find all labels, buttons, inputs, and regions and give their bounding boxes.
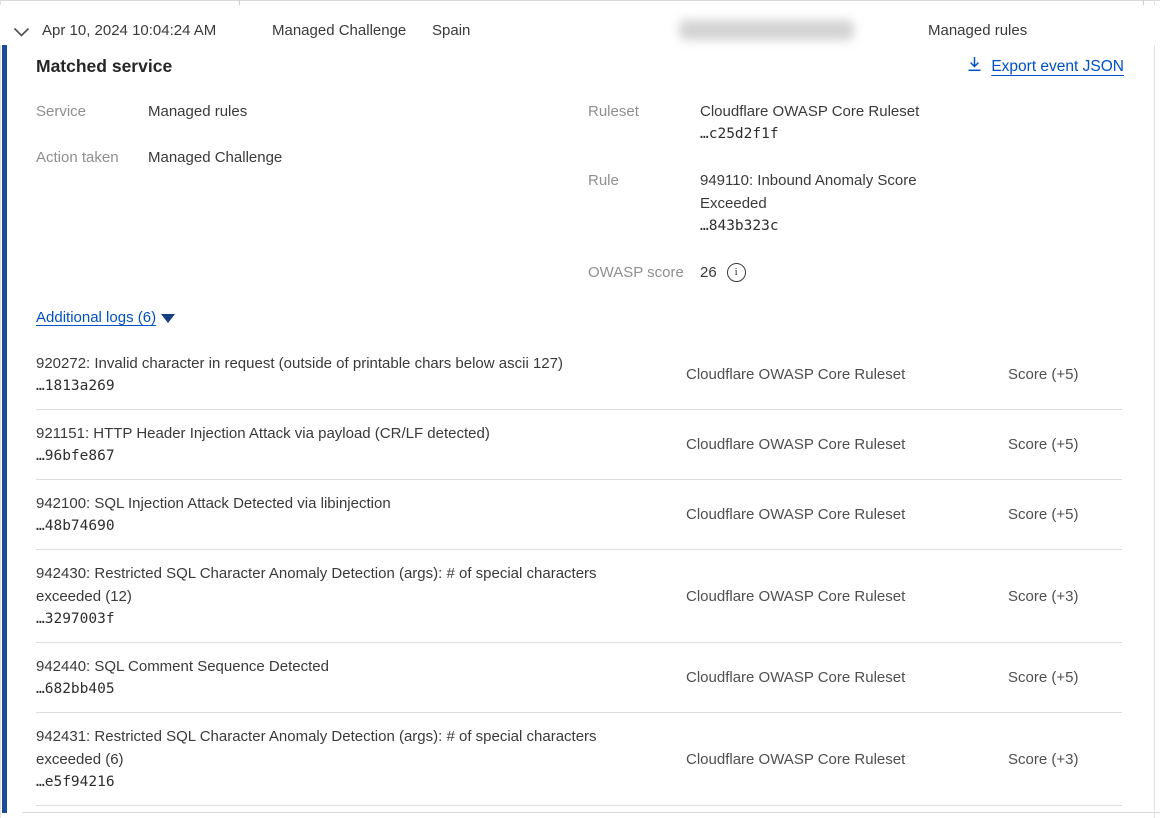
log-ruleset-name: Cloudflare OWASP Core Ruleset xyxy=(686,669,1008,686)
log-ruleset-name: Cloudflare OWASP Core Ruleset xyxy=(686,588,1008,605)
additional-logs-label: Additional logs (6) xyxy=(36,309,156,326)
field-value: Managed rules xyxy=(148,100,247,123)
field-label: Service xyxy=(36,100,148,123)
redacted-hostname xyxy=(679,20,854,40)
event-summary-row[interactable]: Apr 10, 2024 10:04:24 AM Managed Challen… xyxy=(0,5,1160,45)
ruleset-id-hash: …c25d2f1f xyxy=(700,123,942,146)
log-row: 942431: Restricted SQL Character Anomaly… xyxy=(36,713,1122,806)
field-value: Managed Challenge xyxy=(148,146,282,169)
table-left-border xyxy=(0,0,1,818)
log-rule-hash: …e5f94216 xyxy=(36,771,642,793)
log-score: Score (+3) xyxy=(1008,751,1122,768)
chevron-down-icon[interactable] xyxy=(13,25,30,43)
log-ruleset-name: Cloudflare OWASP Core Ruleset xyxy=(686,366,1008,383)
security-event-detail-panel: Apr 10, 2024 10:04:24 AM Managed Challen… xyxy=(0,0,1160,818)
rule-id-hash: …843b323c xyxy=(700,215,942,238)
log-rule-hash: …682bb405 xyxy=(36,678,642,700)
log-rule-cell: 942431: Restricted SQL Character Anomaly… xyxy=(36,725,686,793)
row-top-border xyxy=(0,0,1160,1)
owasp-score-value: 26 xyxy=(700,261,717,284)
matched-service-fields-right: Ruleset Cloudflare OWASP Core Ruleset …c… xyxy=(588,100,988,307)
event-action: Managed Challenge xyxy=(272,22,406,39)
event-service: Managed rules xyxy=(928,22,1027,39)
panel-title: Matched service xyxy=(36,56,172,77)
ruleset-name: Cloudflare OWASP Core Ruleset xyxy=(700,100,942,123)
caret-down-icon xyxy=(161,314,175,323)
log-row: 942440: SQL Comment Sequence Detected …6… xyxy=(36,643,1122,713)
log-rule-description: 921151: HTTP Header Injection Attack via… xyxy=(36,422,642,445)
log-ruleset-name: Cloudflare OWASP Core Ruleset xyxy=(686,751,1008,768)
log-row: 942100: SQL Injection Attack Detected vi… xyxy=(36,480,1122,550)
expanded-row-accent-bar xyxy=(2,45,7,813)
field-ruleset: Ruleset Cloudflare OWASP Core Ruleset …c… xyxy=(588,100,988,146)
rule-name: 949110: Inbound Anomaly Score Exceeded xyxy=(700,169,942,215)
log-ruleset-name: Cloudflare OWASP Core Ruleset xyxy=(686,436,1008,453)
log-rule-description: 942431: Restricted SQL Character Anomaly… xyxy=(36,725,642,771)
log-row: 942430: Restricted SQL Character Anomaly… xyxy=(36,550,1122,643)
additional-logs-table: 920272: Invalid character in request (ou… xyxy=(36,340,1122,806)
additional-logs-toggle[interactable]: Additional logs (6) xyxy=(36,309,175,326)
log-score: Score (+5) xyxy=(1008,669,1122,686)
log-score: Score (+5) xyxy=(1008,506,1122,523)
export-event-json-button[interactable]: Export event JSON xyxy=(967,56,1124,77)
log-rule-description: 920272: Invalid character in request (ou… xyxy=(36,352,642,375)
log-score: Score (+5) xyxy=(1008,366,1122,383)
log-rule-description: 942440: SQL Comment Sequence Detected xyxy=(36,655,642,678)
table-right-border xyxy=(1154,0,1155,818)
field-service: Service Managed rules xyxy=(36,100,456,123)
event-country: Spain xyxy=(432,22,470,39)
log-row: 920272: Invalid character in request (ou… xyxy=(36,340,1122,410)
log-rule-cell: 942430: Restricted SQL Character Anomaly… xyxy=(36,562,686,630)
log-rule-hash: …48b74690 xyxy=(36,515,642,537)
log-score: Score (+5) xyxy=(1008,436,1122,453)
field-label: Ruleset xyxy=(588,100,700,146)
log-rule-hash: …1813a269 xyxy=(36,375,642,397)
log-score: Score (+3) xyxy=(1008,588,1122,605)
matched-service-fields-left: Service Managed rules Action taken Manag… xyxy=(36,100,456,192)
field-label: OWASP score xyxy=(588,261,700,284)
panel-bottom-border xyxy=(22,812,1160,813)
info-icon[interactable]: i xyxy=(727,263,746,282)
panel-header: Matched service Export event JSON xyxy=(36,56,1124,77)
export-event-json-label: Export event JSON xyxy=(991,58,1124,76)
log-rule-description: 942430: Restricted SQL Character Anomaly… xyxy=(36,562,642,608)
field-owasp-score: OWASP score 26 i xyxy=(588,261,988,284)
log-rule-cell: 942440: SQL Comment Sequence Detected …6… xyxy=(36,655,686,700)
field-action-taken: Action taken Managed Challenge xyxy=(36,146,456,169)
event-timestamp: Apr 10, 2024 10:04:24 AM xyxy=(42,22,216,39)
log-rule-cell: 920272: Invalid character in request (ou… xyxy=(36,352,686,397)
log-ruleset-name: Cloudflare OWASP Core Ruleset xyxy=(686,506,1008,523)
download-icon xyxy=(967,56,982,77)
log-row: 921151: HTTP Header Injection Attack via… xyxy=(36,410,1122,480)
log-rule-hash: …3297003f xyxy=(36,608,642,630)
log-rule-hash: …96bfe867 xyxy=(36,445,642,467)
field-rule: Rule 949110: Inbound Anomaly Score Excee… xyxy=(588,169,988,238)
log-rule-cell: 921151: HTTP Header Injection Attack via… xyxy=(36,422,686,467)
field-label: Rule xyxy=(588,169,700,238)
log-rule-description: 942100: SQL Injection Attack Detected vi… xyxy=(36,492,642,515)
log-rule-cell: 942100: SQL Injection Attack Detected vi… xyxy=(36,492,686,537)
field-label: Action taken xyxy=(36,146,148,169)
